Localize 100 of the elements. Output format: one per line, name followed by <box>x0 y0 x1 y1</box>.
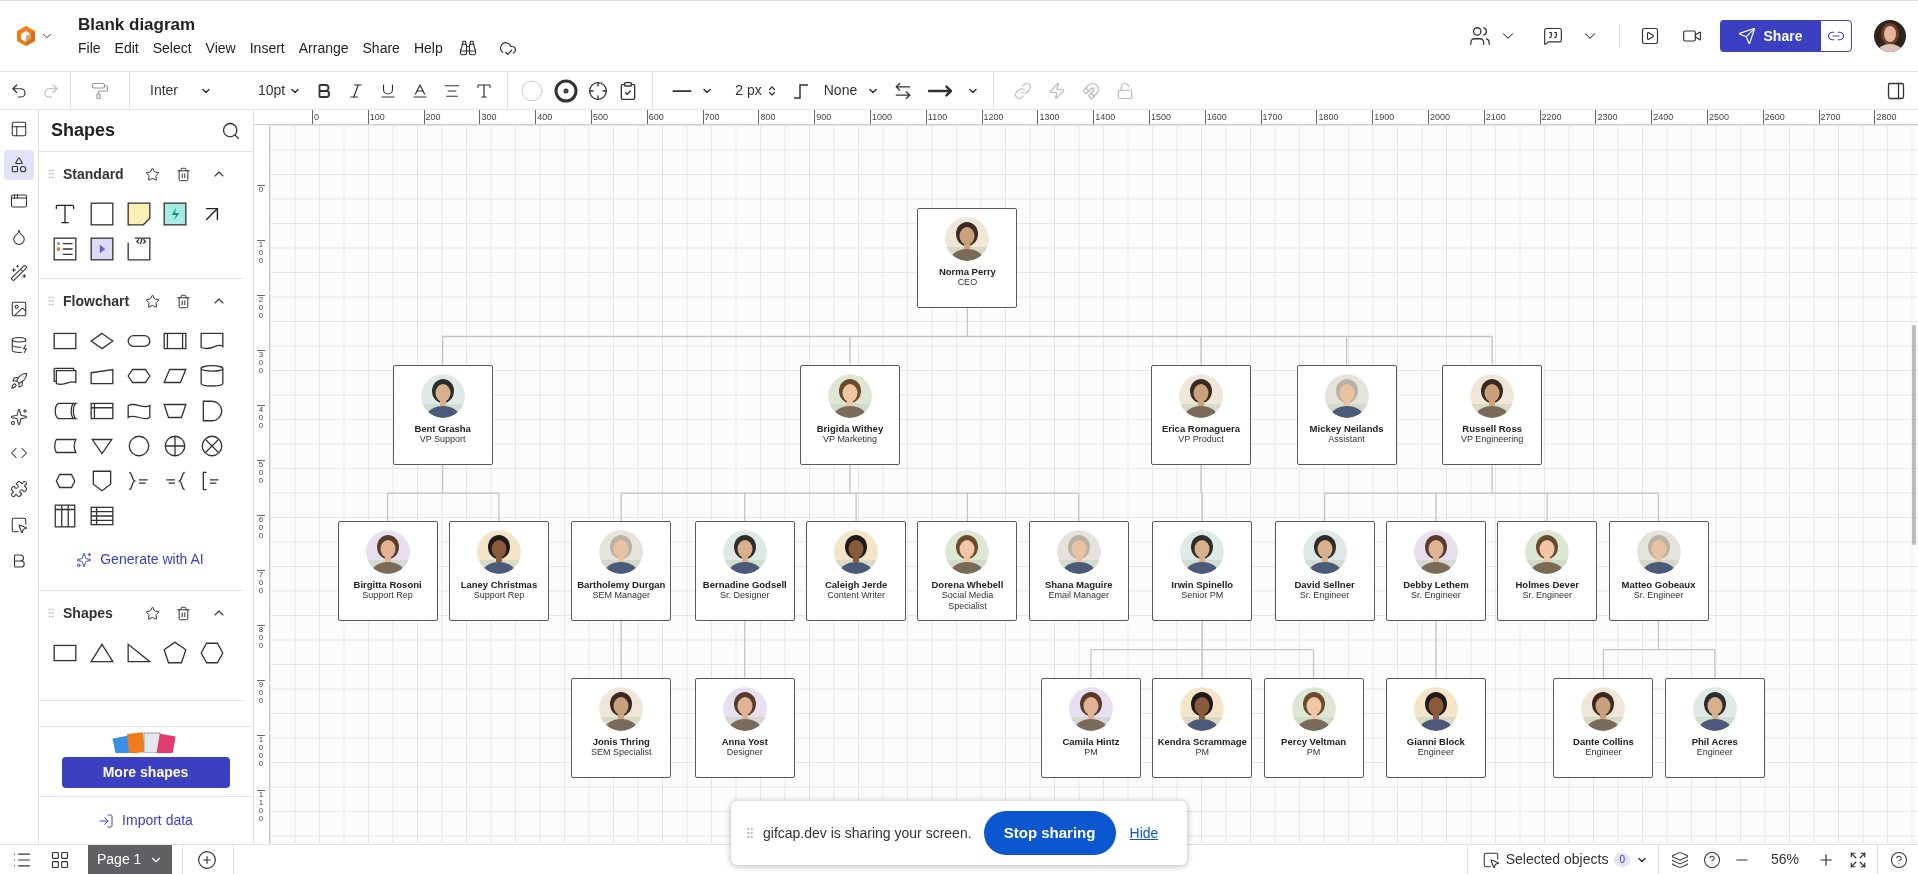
canvas[interactable] <box>270 125 1918 844</box>
org-node[interactable]: Mickey Neilands Assistant <box>1296 364 1397 465</box>
shapes-icon[interactable] <box>4 150 34 180</box>
org-node[interactable]: Norma Perry CEO <box>917 207 1018 308</box>
connector-line <box>1200 463 1203 522</box>
org-node[interactable]: Bernadine Godsell Sr. Designer <box>694 521 795 622</box>
drag-handle-icon[interactable] <box>45 168 57 180</box>
search-icon[interactable] <box>221 120 241 141</box>
ruler-label: 400 <box>257 405 265 430</box>
font-size-dropdown[interactable]: 10pt <box>258 80 302 101</box>
elbow-connector-icon[interactable] <box>791 81 810 100</box>
org-node[interactable]: Holmes Dever Sr. Engineer <box>1497 521 1598 622</box>
pentagon-shape-icon[interactable] <box>162 639 189 666</box>
grid-icon[interactable] <box>50 849 70 870</box>
star-icon[interactable] <box>145 166 160 182</box>
code-card-icon[interactable] <box>125 235 152 262</box>
selected-objects-label: Selected objects <box>1505 850 1609 869</box>
org-node[interactable]: Kendra Scrammage PM <box>1152 677 1253 778</box>
menu-item[interactable]: Edit <box>114 37 139 59</box>
more-shapes-button[interactable]: More shapes <box>61 757 230 788</box>
send-icon <box>1737 27 1756 45</box>
drag-handle-icon[interactable] <box>45 607 57 619</box>
undo-icon[interactable] <box>10 81 28 100</box>
fill-color-icon[interactable] <box>520 78 545 103</box>
org-node[interactable]: Jonis Thring SEM Specialist <box>571 677 672 778</box>
star-icon[interactable] <box>145 605 160 621</box>
selection-icon[interactable] <box>1481 850 1500 869</box>
menu-item[interactable]: Help <box>413 37 443 59</box>
org-node[interactable]: Gianni Block Engineer <box>1385 677 1486 778</box>
org-node[interactable]: Brigida Withey VP Marketing <box>799 364 900 465</box>
import-data-link[interactable]: Import data <box>98 810 193 831</box>
org-node[interactable]: Percy Veltman PM <box>1263 677 1364 778</box>
square-shape-icon[interactable] <box>88 200 115 227</box>
org-node[interactable]: Phil Acres Engineer <box>1664 677 1765 778</box>
format-painter-icon[interactable] <box>91 81 109 100</box>
list-card-icon[interactable] <box>52 235 78 262</box>
trash-icon[interactable] <box>176 166 191 182</box>
generate-with-ai-link[interactable]: Generate with AI <box>76 549 204 570</box>
org-node[interactable]: Laney Christmas Support Rep <box>448 521 549 622</box>
binoculars-icon[interactable] <box>458 39 477 57</box>
zoom-level[interactable]: 56% <box>1770 849 1799 870</box>
border-icon[interactable] <box>554 78 579 103</box>
share-message: gifcap.dev is sharing your screen. <box>763 823 972 843</box>
database-shape-icon[interactable] <box>199 362 226 389</box>
person-name: Matteo Gobeaux <box>1621 579 1696 591</box>
org-node[interactable]: Bent Grasha VP Support <box>392 364 493 465</box>
cloud-check-icon[interactable] <box>498 39 517 57</box>
scrollbar-thumb[interactable] <box>1912 325 1916 545</box>
menu-item[interactable]: File <box>78 37 101 59</box>
org-node[interactable]: Debby Lethem Sr. Engineer <box>1385 521 1486 622</box>
crosshair-icon[interactable] <box>588 80 609 101</box>
font-dropdown[interactable]: Inter <box>150 80 212 101</box>
org-node[interactable]: David Sellner Sr. Engineer <box>1274 521 1375 622</box>
document-title[interactable]: Blank diagram <box>78 13 517 36</box>
action-card-icon[interactable] <box>162 200 189 227</box>
sticky-note-icon[interactable] <box>125 200 152 227</box>
help-icon[interactable] <box>1890 850 1908 869</box>
page-tab[interactable]: Page 1 <box>88 844 172 874</box>
menu-item[interactable]: Share <box>362 37 400 59</box>
org-node[interactable]: Dorena Whebell Social Media Specialist <box>917 521 1018 622</box>
fit-icon[interactable] <box>1849 850 1867 869</box>
person-title: Sr. Engineer <box>1411 590 1461 602</box>
org-node[interactable]: Matteo Gobeaux Sr. Engineer <box>1608 521 1709 622</box>
users-icon[interactable] <box>1469 25 1491 47</box>
trash-icon[interactable] <box>176 605 191 621</box>
copy-link-button[interactable] <box>1820 20 1852 52</box>
sparkle-icon <box>76 551 93 568</box>
menu-item[interactable]: View <box>205 37 236 59</box>
org-node[interactable]: Erica Romaguera VP Product <box>1151 364 1251 465</box>
hide-link[interactable]: Hide <box>1129 822 1159 844</box>
org-node[interactable]: Caleigh Jerde Content Writer <box>806 521 907 622</box>
drag-handle-icon[interactable] <box>45 295 57 307</box>
share-button[interactable]: Share <box>1720 20 1820 52</box>
comment-icon[interactable] <box>1543 26 1563 46</box>
trash-icon[interactable] <box>176 293 191 309</box>
menu-item[interactable]: Arrange <box>298 37 349 59</box>
arrow-start-dropdown[interactable]: None <box>823 80 880 101</box>
org-node[interactable]: Birgitta Rosoni Support Rep <box>337 521 438 622</box>
menu-item[interactable]: Select <box>152 37 192 59</box>
media-card-icon[interactable] <box>88 235 115 262</box>
org-node[interactable]: Irwin Spinello Senior PM <box>1152 521 1253 622</box>
star-icon[interactable] <box>145 293 160 309</box>
org-node[interactable]: Camila Hintz PM <box>1040 677 1141 778</box>
stop-sharing-button[interactable]: Stop sharing <box>983 811 1116 855</box>
org-node[interactable]: Anna Yost Designer <box>694 677 795 778</box>
add-page-icon[interactable] <box>197 849 217 870</box>
menu-item[interactable]: Insert <box>249 37 285 59</box>
line-width-field[interactable]: 2 px <box>735 80 762 101</box>
present-icon[interactable] <box>1640 26 1660 46</box>
app-logo[interactable] <box>16 25 36 47</box>
org-node[interactable]: Russell Ross VP Engineering <box>1442 364 1543 465</box>
person-title: Engineer <box>1696 746 1733 758</box>
table-shape-icon[interactable] <box>52 502 78 529</box>
org-node[interactable]: Shana Maguire Email Manager <box>1028 521 1129 622</box>
panel-icon[interactable] <box>1886 80 1906 101</box>
ruler-label: 900 <box>814 110 832 124</box>
text-options-icon[interactable] <box>475 81 494 100</box>
org-node[interactable]: Dante Collins Engineer <box>1553 677 1654 778</box>
layers-icon[interactable] <box>1670 850 1689 869</box>
org-node[interactable]: Bartholemy Durgan SEM Manager <box>571 521 672 622</box>
